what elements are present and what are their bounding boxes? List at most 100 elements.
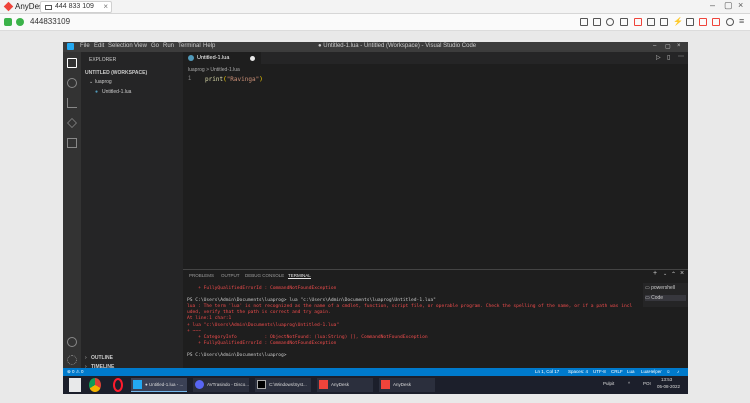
settings-icon[interactable] [726, 18, 734, 26]
code-function: print [205, 76, 224, 83]
bell-icon[interactable]: ♪ [677, 369, 679, 374]
menu-run[interactable]: Run [163, 43, 174, 49]
vs-close-icon[interactable]: × [677, 43, 681, 49]
maximize-panel-icon[interactable]: ⌃ [671, 271, 676, 278]
close-tab-icon[interactable]: × [103, 2, 108, 11]
code-line-1[interactable]: print("Ravinga") [205, 76, 263, 83]
shell-code[interactable]: ▭ Code [645, 295, 686, 301]
windows-taskbar: ● Untitled-1.lua - ... AVTrasindo - Disc… [63, 376, 688, 394]
account-icon[interactable] [67, 337, 77, 347]
desktop-region[interactable]: Pulpit [603, 381, 614, 386]
clock-date[interactable]: 05-08-2022 [657, 384, 680, 389]
taskbar-cmd[interactable]: C:\Windows\Syst... [255, 378, 311, 392]
session-tab-label: 444 833 109 [55, 3, 94, 10]
vs-maximize-icon[interactable]: ▢ [665, 43, 671, 50]
file-transfer-icon[interactable] [620, 18, 628, 26]
file-item[interactable]: Untitled-1.lua [102, 89, 131, 95]
chevron-right-icon: › [85, 355, 87, 361]
taskbar-anydesk-1[interactable]: AnyDesk [317, 378, 373, 392]
vscode-logo-icon [67, 43, 74, 50]
display-icon[interactable] [634, 18, 642, 26]
new-terminal-icon[interactable]: + [653, 270, 657, 277]
taskbar-discord[interactable]: AVTrasindo - Disco... [193, 378, 249, 392]
encoding[interactable]: UTF-8 [593, 369, 606, 374]
anydesk-logo-icon [3, 1, 14, 12]
problems-count[interactable]: ⊗ 0 ⚠ 0 [67, 369, 84, 375]
switch-sides-icon[interactable] [699, 18, 707, 26]
menu-selection[interactable]: Selection [108, 43, 133, 49]
shell-powershell[interactable]: ▭ powershell [645, 285, 675, 291]
taskbar-vscode[interactable]: ● Untitled-1.lua - ... [131, 378, 187, 392]
clock-time[interactable]: 13:53 [661, 377, 672, 382]
monitor-icon[interactable] [647, 18, 655, 26]
tray-chevron-icon[interactable]: ^ [628, 381, 630, 386]
folder-item[interactable]: luaprog [95, 79, 112, 85]
anydesk-icon [381, 380, 390, 389]
menu-edit[interactable]: Edit [94, 43, 104, 49]
tab-debug-console[interactable]: DEBUG CONSOLE [245, 273, 284, 278]
eol[interactable]: CRLF [611, 369, 623, 374]
monitor-status-icon[interactable] [16, 18, 24, 26]
close-panel-icon[interactable]: × [680, 270, 684, 277]
session-tab[interactable]: 444 833 109 × [40, 1, 112, 13]
tab-untitled-lua[interactable]: Untitled-1.lua [183, 52, 261, 64]
screenshot-icon[interactable] [593, 18, 601, 26]
tab-terminal[interactable]: TERMINAL [288, 273, 311, 279]
cursor-position[interactable]: Ln 1, Col 17 [535, 369, 559, 374]
source-control-icon[interactable] [67, 98, 77, 108]
gear-icon[interactable] [67, 355, 77, 365]
feedback-icon[interactable]: ☺ [666, 369, 671, 374]
chrome-icon[interactable] [89, 378, 101, 392]
chat-icon[interactable] [580, 18, 588, 26]
chevron-down-icon[interactable]: ⌄ [663, 271, 667, 277]
anydesk-icon [319, 380, 328, 389]
windows-start-icon[interactable] [69, 378, 81, 392]
connection-status-icon [4, 18, 12, 26]
taskbar-anydesk-2[interactable]: AnyDesk [379, 378, 435, 392]
split-editor-icon[interactable]: ▯ [667, 54, 670, 61]
monitor-icon [45, 5, 52, 10]
language-mode[interactable]: Lua [627, 369, 635, 374]
workspace-label[interactable]: UNTITLED (WORKSPACE) [85, 70, 147, 76]
extension-status[interactable]: LuaHelper [641, 369, 662, 374]
breadcrumb[interactable]: luaprog > Untitled-1.lua [188, 67, 240, 73]
activity-bar [63, 52, 81, 368]
terminal-icon [257, 380, 266, 389]
minimize-icon[interactable]: – [710, 0, 715, 10]
maximize-icon[interactable]: ▢ [724, 0, 733, 11]
menu-view[interactable]: View [134, 43, 147, 49]
explorer-sidebar: EXPLORER UNTITLED (WORKSPACE) ⌄ luaprog … [81, 52, 183, 370]
keyboard-icon[interactable] [660, 18, 668, 26]
vscode-icon [133, 380, 142, 389]
remote-address: 444833109 [30, 17, 71, 26]
unsaved-dot-icon[interactable] [250, 56, 255, 61]
record-icon[interactable] [686, 18, 694, 26]
vs-minimize-icon[interactable]: – [653, 43, 656, 49]
privacy-icon[interactable] [712, 18, 720, 26]
star-icon[interactable] [606, 18, 614, 26]
indentation[interactable]: Spaces: 4 [568, 369, 588, 374]
close-icon[interactable]: × [738, 0, 743, 10]
menu-help[interactable]: Help [203, 43, 215, 49]
tab-output[interactable]: OUTPUT [221, 273, 240, 278]
actions-icon[interactable]: ⚡ [673, 18, 683, 26]
terminal-output[interactable]: + FullyQualifiedErrorId : CommandNotFoun… [187, 286, 642, 359]
menu-terminal[interactable]: Terminal [178, 43, 201, 49]
tab-problems[interactable]: PROBLEMS [189, 273, 214, 278]
search-icon[interactable] [67, 78, 77, 88]
run-debug-icon[interactable] [67, 118, 77, 128]
explorer-icon[interactable] [67, 58, 77, 68]
code-string: "Ravinga" [226, 76, 260, 83]
outline-section[interactable]: OUTLINE [91, 355, 113, 361]
menu-icon[interactable]: ≡ [739, 17, 747, 26]
run-icon[interactable]: ▷ [656, 54, 661, 61]
editor-area[interactable]: Untitled-1.lua ▷ ▯ ⋯ luaprog > Untitled-… [183, 52, 688, 269]
extensions-icon[interactable] [67, 138, 77, 148]
remote-screen[interactable]: File Edit Selection View Go Run Terminal… [63, 42, 688, 394]
discord-icon [195, 380, 204, 389]
menu-file[interactable]: File [80, 43, 90, 49]
more-actions-icon[interactable]: ⋯ [678, 53, 684, 60]
menu-go[interactable]: Go [151, 43, 159, 49]
opera-icon[interactable] [113, 378, 123, 392]
input-language[interactable]: POI [643, 381, 651, 386]
